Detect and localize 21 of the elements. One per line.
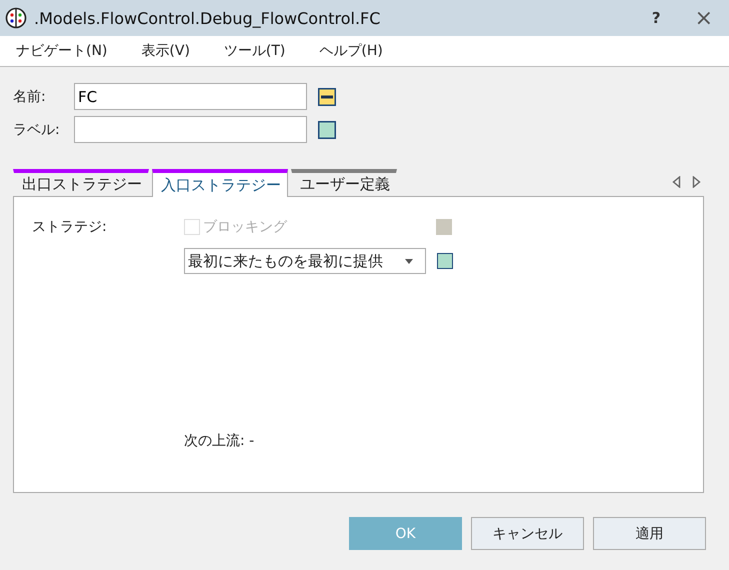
- menu-item[interactable]: ナビゲート(N): [16, 42, 108, 60]
- scroll-left-icon[interactable]: [672, 176, 681, 188]
- help-button[interactable]: ?: [652, 9, 661, 27]
- caret-icon: [405, 258, 413, 264]
- next-upstream-text: 次の上流: -: [184, 432, 256, 450]
- field-label: 名前:: [13, 88, 47, 106]
- dialog-button[interactable]: 適用: [593, 517, 706, 550]
- app-icon: [5, 7, 27, 29]
- menu-item[interactable]: ツール(T): [224, 42, 286, 60]
- tab[interactable]: 入口ストラテジー: [152, 169, 288, 197]
- field-label: ラベル:: [13, 120, 61, 138]
- strategy-label: ストラテジ:: [32, 218, 108, 236]
- input-field[interactable]: FC: [74, 83, 307, 110]
- input-field[interactable]: [74, 116, 307, 143]
- strategy-dropdown[interactable]: 最初に来たものを最初に提供: [184, 248, 426, 274]
- scroll-right-icon[interactable]: [692, 176, 701, 188]
- menu-item[interactable]: ヘルプ(H): [319, 42, 383, 60]
- dialog-button[interactable]: キャンセル: [471, 517, 584, 550]
- menu-item[interactable]: 表示(V): [141, 42, 190, 60]
- window-title: .Models.FlowControl.Debug_FlowControl.FC: [34, 8, 380, 28]
- close-button[interactable]: ×: [694, 6, 713, 30]
